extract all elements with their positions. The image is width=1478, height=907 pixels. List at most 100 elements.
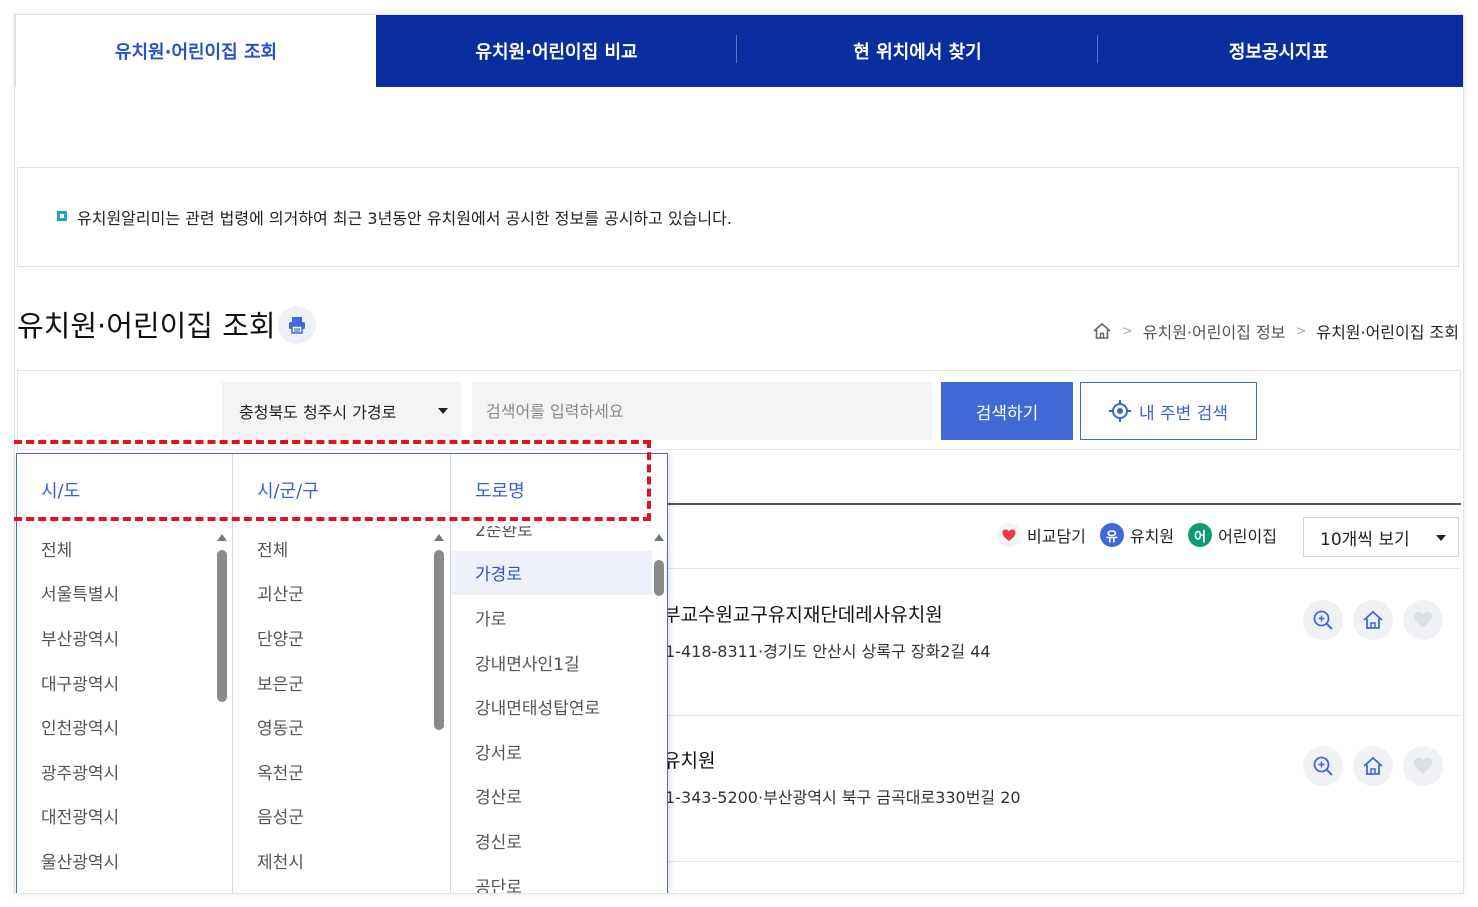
province-option[interactable]: 부산광역시 <box>17 615 232 660</box>
result-divider <box>667 861 1461 862</box>
nearby-search-button[interactable]: 내 주변 검색 <box>1080 382 1257 440</box>
legend-kindergarten: 유 유치원 <box>1099 523 1175 547</box>
heart-icon <box>997 523 1021 547</box>
result-address: 1-418-8311·경기도 안산시 상록구 장화2길 44 <box>665 642 991 661</box>
region-select[interactable]: 충청북도 청주시 가경로 <box>222 382 461 440</box>
district-option[interactable]: 전체 <box>233 526 450 571</box>
province-header: 시/도 <box>17 454 232 526</box>
page-title: 유치원·어린이집 조회 <box>17 309 276 343</box>
province-scrollbar[interactable] <box>215 532 229 893</box>
square-bullet-icon <box>57 211 67 221</box>
daycare-badge: 어 <box>1188 523 1213 547</box>
compare-add-button[interactable] <box>1403 600 1443 640</box>
road-name-option[interactable]: 강서로 <box>451 729 667 774</box>
road-name-option[interactable]: 공단로 <box>451 863 667 893</box>
district-option[interactable]: 음성군 <box>233 794 450 839</box>
tab-label: 유치원·어린이집 조회 <box>114 42 278 63</box>
legend-kindergarten-label: 유치원 <box>1129 527 1175 546</box>
road-name-option[interactable]: 경산로 <box>451 774 667 819</box>
province-option[interactable]: 인천광역시 <box>17 704 232 749</box>
detail-zoom-button[interactable] <box>1303 746 1343 786</box>
result-divider <box>667 568 1461 569</box>
province-option[interactable]: 울산광역시 <box>17 838 232 883</box>
province-option[interactable]: 대구광역시 <box>17 660 232 705</box>
home-icon <box>1363 756 1383 775</box>
result-name[interactable]: 유치원 <box>663 746 715 773</box>
search-button[interactable]: 검색하기 <box>941 382 1073 440</box>
road-name-option[interactable]: 강내면태성탑연로 <box>451 684 667 729</box>
province-option[interactable]: 광주광역시 <box>17 749 232 794</box>
breadcrumb-current: 유치원·어린이집 조회 <box>1316 323 1459 342</box>
breadcrumb-separator-icon: > <box>1121 323 1133 339</box>
province-option[interactable]: 대전광역시 <box>17 794 232 839</box>
home-icon[interactable] <box>1092 322 1112 340</box>
tab-label: 유치원·어린이집 비교 <box>475 42 638 63</box>
road-name-scrollbar[interactable] <box>652 532 666 893</box>
page-frame: 유치원·어린이집 조회 유치원·어린이집 비교 현 위치에서 찾기 정보공시지표… <box>14 14 1464 894</box>
province-column: 시/도 전체 서울특별시 부산광역시 대구광역시 인천광역시 광주광역시 대전광… <box>17 454 233 893</box>
caret-down-icon <box>438 408 448 414</box>
scroll-up-arrow-icon[interactable] <box>217 534 227 541</box>
road-name-option[interactable]: 가로 <box>451 595 667 640</box>
road-name-option[interactable]: 강내면사인1길 <box>451 640 667 685</box>
tab-disclosure-index[interactable]: 정보공시지표 <box>1098 15 1459 87</box>
province-option[interactable]: 전체 <box>17 526 232 571</box>
homepage-button[interactable] <box>1353 746 1393 786</box>
homepage-button[interactable] <box>1353 600 1393 640</box>
region-select-value: 충청북도 청주시 가경로 <box>239 403 397 422</box>
legend-compare: 비교담기 <box>997 523 1086 547</box>
tab-kindergarten-search[interactable]: 유치원·어린이집 조회 <box>15 15 376 87</box>
district-option[interactable]: 보은군 <box>233 660 450 705</box>
province-option[interactable]: 서울특별시 <box>17 571 232 616</box>
result-divider <box>667 715 1461 716</box>
search-input[interactable] <box>472 382 932 440</box>
notice-box: 유치원알리미는 관련 법령에 의거하여 최근 3년동안 유치원에서 공시한 정보… <box>17 167 1459 267</box>
road-name-option[interactable]: 경신로 <box>451 818 667 863</box>
road-name-list: 2순환로 가경로 가로 강내면사인1길 강내면태성탑연로 강서로 경산로 경신로… <box>451 506 667 893</box>
caret-down-icon <box>1436 535 1446 541</box>
results-top-divider <box>667 503 1461 505</box>
road-name-header: 도로명 <box>451 454 667 526</box>
region-dropdown-panel: 시/도 전체 서울특별시 부산광역시 대구광역시 인천광역시 광주광역시 대전광… <box>16 453 668 893</box>
location-crosshair-icon <box>1108 400 1131 422</box>
scroll-up-arrow-icon[interactable] <box>654 534 664 541</box>
search-bar: 충청북도 청주시 가경로 검색하기 내 주변 검색 <box>17 370 1461 450</box>
tab-label: 정보공시지표 <box>1228 42 1329 63</box>
compare-add-button[interactable] <box>1403 746 1443 786</box>
printer-icon <box>289 317 305 334</box>
detail-zoom-button[interactable] <box>1303 600 1343 640</box>
road-name-option-selected[interactable]: 가경로 <box>451 550 667 596</box>
legend-daycare: 어 어린이집 <box>1188 523 1277 547</box>
tab-label: 현 위치에서 찾기 <box>853 42 982 63</box>
district-option[interactable]: 옥천군 <box>233 749 450 794</box>
district-scrollbar[interactable] <box>432 532 446 893</box>
scroll-thumb[interactable] <box>217 550 227 702</box>
scroll-thumb[interactable] <box>434 550 444 730</box>
breadcrumb: > 유치원·어린이집 정보 > 유치원·어린이집 조회 <box>1092 319 1459 343</box>
home-icon <box>1363 610 1383 629</box>
print-button[interactable] <box>278 306 316 344</box>
road-name-column: 2순환로 가경로 가로 강내면사인1길 강내면태성탑연로 강서로 경산로 경신로… <box>451 454 667 893</box>
top-tab-bar: 유치원·어린이집 조회 유치원·어린이집 비교 현 위치에서 찾기 정보공시지표 <box>15 15 1463 87</box>
heart-icon <box>1414 611 1432 628</box>
per-page-select[interactable]: 10개씩 보기 <box>1303 517 1459 557</box>
heart-icon <box>1414 757 1432 774</box>
district-option[interactable]: 제천시 <box>233 838 450 883</box>
tab-find-nearby[interactable]: 현 위치에서 찾기 <box>737 15 1098 87</box>
legend-daycare-label: 어린이집 <box>1218 527 1277 546</box>
tab-kindergarten-compare[interactable]: 유치원·어린이집 비교 <box>376 15 737 87</box>
district-option[interactable]: 영동군 <box>233 704 450 749</box>
nearby-search-label: 내 주변 검색 <box>1138 403 1228 424</box>
kindergarten-badge: 유 <box>1099 523 1124 547</box>
breadcrumb-link[interactable]: 유치원·어린이집 정보 <box>1143 319 1286 343</box>
result-actions <box>1303 600 1443 640</box>
scroll-thumb[interactable] <box>654 560 664 596</box>
scroll-up-arrow-icon[interactable] <box>434 534 444 541</box>
per-page-value: 10개씩 보기 <box>1320 529 1410 550</box>
result-legend: 비교담기 유 유치원 어 어린이집 <box>997 523 1277 547</box>
district-option[interactable]: 괴산군 <box>233 571 450 616</box>
zoom-in-icon <box>1313 756 1333 776</box>
result-name[interactable]: 부교수원교구유지재단데레사유치원 <box>663 600 943 627</box>
province-list: 전체 서울특별시 부산광역시 대구광역시 인천광역시 광주광역시 대전광역시 울… <box>17 526 232 883</box>
district-option[interactable]: 단양군 <box>233 615 450 660</box>
